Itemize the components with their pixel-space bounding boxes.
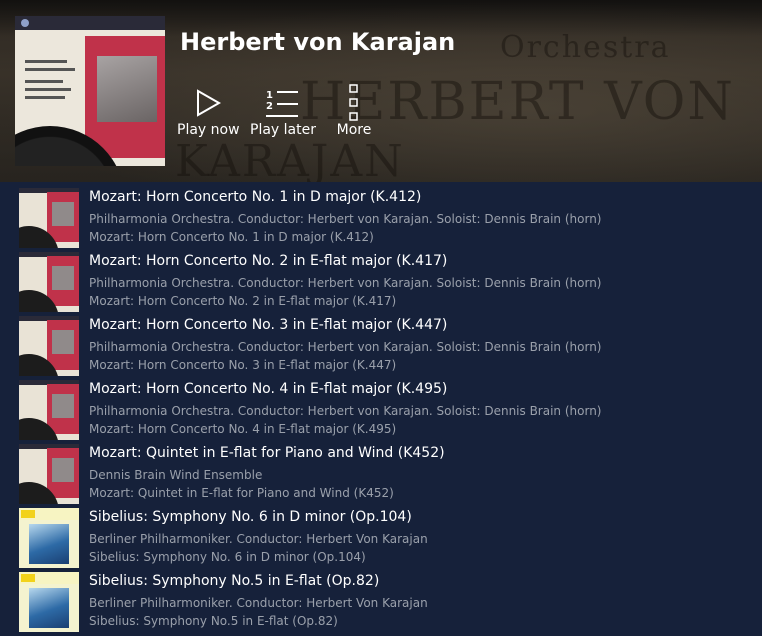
artist-name: Herbert von Karajan — [180, 28, 456, 56]
more-icon — [349, 84, 358, 121]
track-album: Mozart: Horn Concerto No. 3 in E-flat ma… — [89, 358, 397, 372]
track-artists: Berliner Philharmoniker. Conductor: Herb… — [89, 596, 428, 610]
play-later-button[interactable]: 1 2 Play later — [250, 84, 316, 138]
queue-icon: 1 2 — [266, 90, 298, 117]
album-thumbnail — [19, 188, 79, 248]
track-row[interactable]: Mozart: Horn Concerto No. 3 in E-flat ma… — [0, 310, 762, 376]
track-row[interactable]: Mozart: Quintet in E-flat for Piano and … — [0, 438, 762, 504]
album-thumbnail — [19, 380, 79, 440]
album-thumbnail — [19, 316, 79, 376]
album-thumbnail — [19, 252, 79, 312]
track-title: Mozart: Horn Concerto No. 3 in E-flat ma… — [89, 317, 448, 333]
track-title: Sibelius: Symphony No. 6 in D minor (Op.… — [89, 509, 412, 525]
more-label: More — [336, 122, 372, 138]
track-album: Sibelius: Symphony No. 6 in D minor (Op.… — [89, 550, 366, 564]
svg-text:2: 2 — [266, 101, 273, 112]
track-title: Mozart: Horn Concerto No. 2 in E-flat ma… — [89, 253, 448, 269]
track-title: Mozart: Horn Concerto No. 1 in D major (… — [89, 189, 422, 205]
track-title: Mozart: Quintet in E-flat for Piano and … — [89, 445, 445, 461]
track-album: Mozart: Horn Concerto No. 1 in D major (… — [89, 230, 374, 244]
track-album: Mozart: Horn Concerto No. 4 in E-flat ma… — [89, 422, 397, 436]
track-list: Mozart: Horn Concerto No. 1 in D major (… — [0, 182, 762, 632]
track-row[interactable]: Sibelius: Symphony No.5 in E-flat (Op.82… — [0, 566, 762, 632]
track-album: Mozart: Horn Concerto No. 2 in E-flat ma… — [89, 294, 397, 308]
play-later-label: Play later — [250, 122, 316, 138]
play-icon — [197, 89, 222, 117]
track-title: Mozart: Horn Concerto No. 4 in E-flat ma… — [89, 381, 448, 397]
track-artists: Philharmonia Orchestra. Conductor: Herbe… — [89, 340, 602, 354]
track-artists: Philharmonia Orchestra. Conductor: Herbe… — [89, 212, 602, 226]
album-thumbnail — [19, 508, 79, 568]
artist-header: Orchestra HERBERT VON KARAJAN Herbert vo… — [0, 0, 762, 182]
track-row[interactable]: Sibelius: Symphony No. 6 in D minor (Op.… — [0, 502, 762, 568]
play-now-label: Play now — [177, 122, 240, 138]
background-word-3: KARAJAN — [175, 136, 405, 182]
track-artists: Philharmonia Orchestra. Conductor: Herbe… — [89, 404, 602, 418]
more-button[interactable]: More — [332, 84, 376, 138]
artist-album-cover — [15, 16, 165, 166]
track-row[interactable]: Mozart: Horn Concerto No. 2 in E-flat ma… — [0, 246, 762, 312]
album-thumbnail — [19, 572, 79, 632]
svg-text:1: 1 — [266, 90, 273, 101]
background-word-1: Orchestra — [500, 30, 671, 65]
track-title: Sibelius: Symphony No.5 in E-flat (Op.82… — [89, 573, 380, 589]
track-album: Mozart: Quintet in E-flat for Piano and … — [89, 486, 394, 500]
track-row[interactable]: Mozart: Horn Concerto No. 4 in E-flat ma… — [0, 374, 762, 440]
track-row[interactable]: Mozart: Horn Concerto No. 1 in D major (… — [0, 182, 762, 248]
album-thumbnail — [19, 444, 79, 504]
track-artists: Philharmonia Orchestra. Conductor: Herbe… — [89, 276, 602, 290]
track-album: Sibelius: Symphony No.5 in E-flat (Op.82… — [89, 614, 338, 628]
track-artists: Berliner Philharmoniker. Conductor: Herb… — [89, 532, 428, 546]
track-artists: Dennis Brain Wind Ensemble — [89, 468, 263, 482]
play-now-button[interactable]: Play now — [177, 84, 240, 138]
